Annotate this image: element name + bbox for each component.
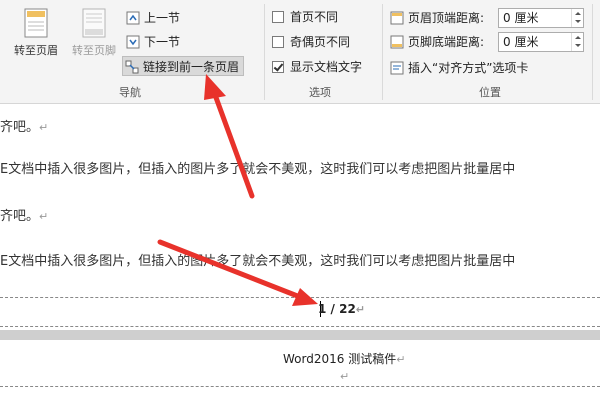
annotation-arrows: [157, 74, 318, 306]
annotation-arrow: [204, 74, 255, 199]
annotation-arrow: [157, 239, 318, 306]
